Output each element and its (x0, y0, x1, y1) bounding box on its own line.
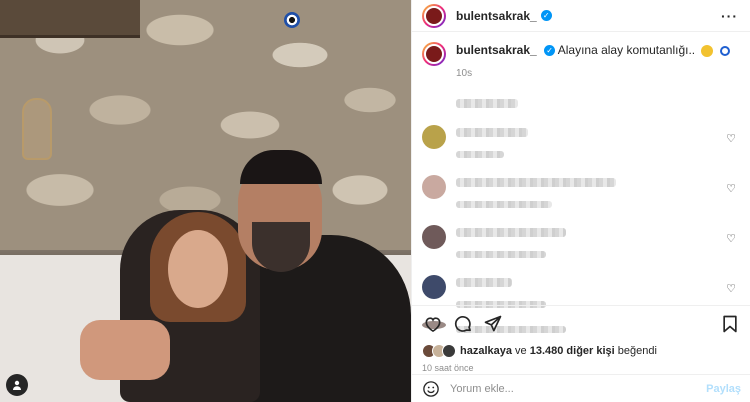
comments-list: ♡ ♡ ♡ ♡ (412, 96, 750, 336)
smiley-icon[interactable] (422, 380, 440, 398)
avatar[interactable] (422, 125, 446, 149)
liker-username[interactable]: hazalkaya (460, 345, 512, 357)
avatar[interactable] (422, 175, 446, 199)
list-item[interactable]: ♡ (422, 225, 738, 261)
avatar[interactable] (422, 225, 446, 249)
person-tag-icon[interactable] (6, 374, 28, 396)
avatar[interactable] (422, 3, 446, 28)
likes-summary[interactable]: hazalkaya ve 13.480 diğer kişi beğendi (422, 344, 741, 358)
add-comment-bar: Paylaş (412, 374, 750, 402)
more-options-icon[interactable]: ··· (721, 8, 738, 24)
post-photo[interactable] (0, 0, 411, 402)
blurred-comment-header (456, 96, 738, 111)
list-item[interactable]: ♡ (422, 175, 738, 211)
avatar[interactable] (422, 275, 446, 299)
caption-timestamp: 10s (456, 68, 473, 79)
sunglasses-emoji-icon (700, 44, 713, 57)
caption-username[interactable]: bulentsakrak_ (456, 43, 537, 57)
verified-badge-icon: ✓ (544, 45, 556, 57)
send-paper-plane-icon[interactable] (482, 313, 504, 335)
post-comment-button[interactable]: Paylaş (706, 383, 741, 395)
author-username[interactable]: bulentsakrak_ (456, 9, 537, 23)
post-timestamp[interactable]: 10 saat önce (422, 363, 741, 373)
caption-avatar[interactable] (422, 42, 446, 66)
heart-icon[interactable]: ♡ (726, 132, 736, 145)
verified-badge-icon: ✓ (540, 10, 552, 21)
post-header: bulentsakrak_ ✓ ··· (412, 0, 750, 32)
evil-eye-ornament (284, 12, 300, 28)
caption: bulentsakrak_ ✓ Alayına alay komutanlığı… (412, 32, 750, 82)
comment-bubble-icon[interactable] (452, 313, 474, 335)
avatar (442, 344, 456, 358)
woman-face (168, 230, 228, 308)
comment-input[interactable] (450, 382, 707, 395)
wooden-shelf (0, 0, 140, 38)
bookmark-icon[interactable] (719, 313, 741, 335)
caption-text: Alayına alay komutanlığı.. (557, 43, 696, 57)
likes-connector: ve (515, 345, 527, 357)
clasped-hands (80, 320, 170, 380)
post-actions: hazalkaya ve 13.480 diğer kişi beğendi 1… (412, 305, 750, 373)
post-details-pane: bulentsakrak_ ✓ ··· bulentsakrak_ ✓ Alay… (411, 0, 750, 402)
likes-suffix: beğendi (617, 345, 657, 357)
evil-eye-emoji-icon (719, 45, 730, 56)
list-item[interactable]: ♡ (422, 125, 738, 161)
heart-icon[interactable]: ♡ (726, 282, 736, 295)
heart-icon[interactable]: ♡ (726, 182, 736, 195)
heart-icon[interactable] (422, 313, 444, 335)
hamsa-ornament (22, 98, 52, 160)
likes-others[interactable]: 13.480 diğer kişi (530, 345, 615, 357)
heart-icon[interactable]: ♡ (726, 232, 736, 245)
